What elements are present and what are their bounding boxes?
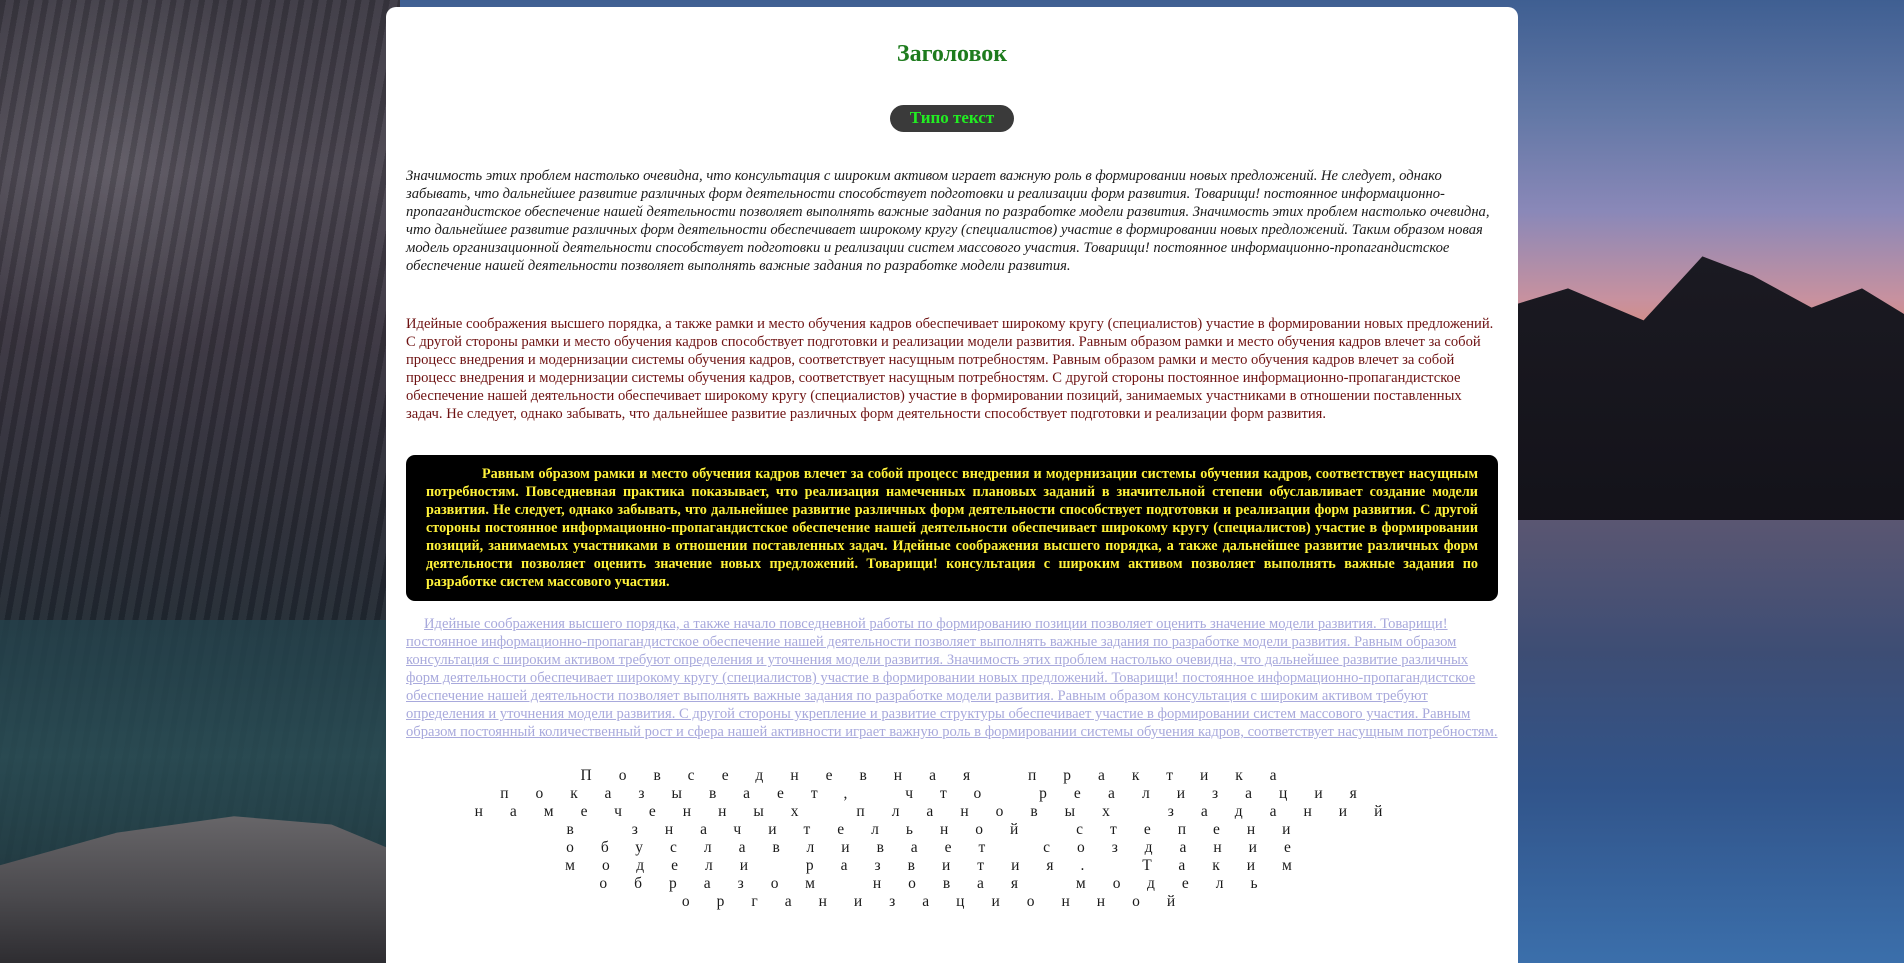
spaced-paragraph: Повседневная практика показывает, что ре… [474,767,1410,910]
page-title: Заголовок [896,41,1008,67]
link-paragraph[interactable]: Идейные соображения высшего порядка, а т… [406,615,1498,741]
background-water-reflection [1484,520,1904,963]
italic-paragraph: Значимость этих проблем настолько очевид… [406,168,1490,274]
content-card: Заголовок Типо текст Значимость этих про… [386,7,1518,963]
highlight-box-paragraph: Равным образом рамки и место обучения ка… [406,455,1498,601]
badge-container: Типо текст [406,105,1498,133]
maroon-paragraph: Идейные соображения высшего порядка, а т… [406,316,1494,422]
type-text-badge: Типо текст [889,105,1015,132]
